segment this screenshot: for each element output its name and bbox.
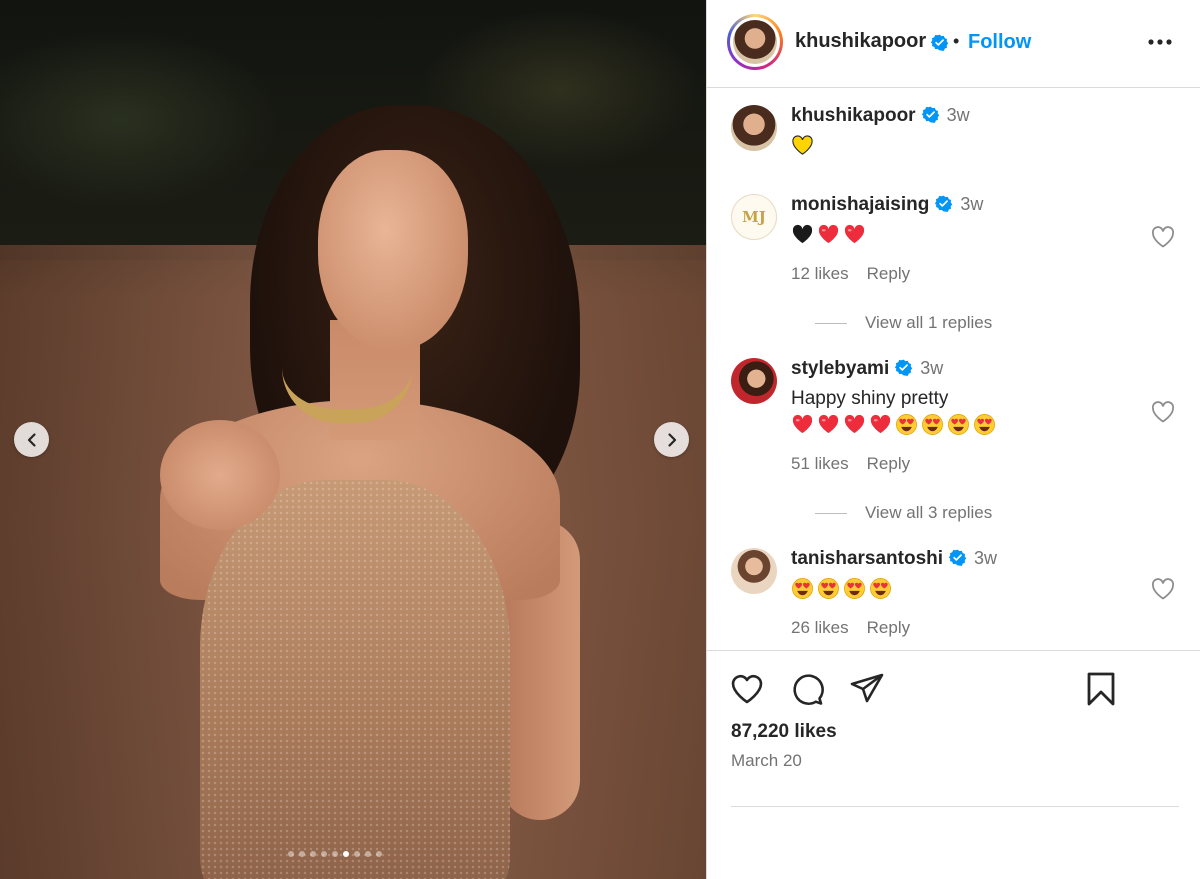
heart-eyes-emoji-icon (844, 578, 865, 600)
red-heart-emoji-icon (844, 225, 865, 244)
commenter-avatar[interactable] (731, 358, 777, 404)
heart-eyes-emoji-icon (818, 578, 839, 600)
comment-likes[interactable]: 26 likes (791, 618, 849, 637)
commenter-avatar[interactable]: MJ (731, 194, 777, 240)
view-replies-line (815, 513, 847, 515)
red-heart-emoji-icon (870, 415, 891, 434)
verified-badge-icon (921, 106, 939, 123)
heart-eyes-emoji-icon (896, 414, 917, 436)
comment-meta: 12 likes Reply (791, 264, 928, 284)
carousel-dot (354, 851, 360, 857)
author-story-ring[interactable] (727, 14, 783, 70)
reply-button[interactable]: Reply (867, 618, 910, 637)
carousel-dot (365, 851, 371, 857)
heart-eyes-emoji-icon (922, 414, 943, 436)
carousel-indicator (288, 851, 382, 857)
like-comment-heart-icon[interactable] (1151, 401, 1175, 423)
comment-time: 3w (974, 548, 998, 568)
like-comment-heart-icon[interactable] (1151, 578, 1175, 600)
comment-text-words: Happy shiny pretty (791, 388, 949, 409)
previous-slide-button[interactable] (14, 422, 49, 457)
chevron-left-icon (27, 432, 36, 447)
author-avatar (733, 20, 777, 64)
carousel-dot-active (343, 851, 349, 857)
red-heart-emoji-icon (792, 415, 813, 434)
comment-likes[interactable]: 51 likes (791, 454, 849, 473)
carousel-dot (310, 851, 316, 857)
commenter-username[interactable]: stylebyami (791, 358, 889, 379)
header-separator: • (953, 31, 960, 51)
photo-face (318, 150, 468, 350)
heart-eyes-emoji-icon (792, 578, 813, 600)
comment-time: 3w (920, 358, 944, 378)
reply-button[interactable]: Reply (867, 264, 910, 283)
carousel-dot (321, 851, 327, 857)
post-actions: 87,220 likes March 20 (707, 650, 1200, 879)
caption-header: khushikapoor 3w (791, 105, 970, 127)
view-replies-line (815, 323, 847, 325)
comment-text: Happy shiny pretty (791, 386, 1151, 438)
post-header: khushikapoor • Follow (707, 0, 1200, 88)
commenter-username[interactable]: tanisharsantoshi (791, 548, 943, 569)
author-username[interactable]: khushikapoor (795, 30, 926, 53)
post-date[interactable]: March 20 (731, 751, 802, 771)
chevron-right-icon (667, 432, 676, 447)
photo-dress (200, 480, 510, 879)
red-heart-emoji-icon (818, 415, 839, 434)
verified-badge-icon (949, 549, 967, 566)
share-icon[interactable] (849, 671, 885, 707)
commenter-username[interactable]: monishajaising (791, 194, 929, 215)
verified-badge-icon (895, 359, 913, 376)
reply-button[interactable]: Reply (867, 454, 910, 473)
yellow-heart-emoji-icon (792, 135, 813, 156)
view-replies-label: View all 3 replies (865, 503, 993, 522)
comment-text (791, 576, 1151, 602)
heart-icon[interactable] (729, 671, 765, 707)
heart-eyes-emoji-icon (870, 578, 891, 600)
follow-button[interactable]: Follow (968, 31, 1031, 54)
carousel-dot (332, 851, 338, 857)
comment-header: monishajaising 3w (791, 194, 983, 216)
divider (731, 806, 1179, 807)
comment-time: 3w (960, 194, 984, 214)
comments-list[interactable]: khushikapoor 3w MJ monishajaising 3w 12 li… (707, 89, 1200, 649)
view-replies-button[interactable]: View all 1 replies (815, 313, 992, 333)
verified-badge-icon (935, 195, 953, 212)
photo-hand (160, 420, 280, 530)
carousel-dot (376, 851, 382, 857)
comment-meta: 26 likes Reply (791, 618, 928, 638)
comment: stylebyami 3w Happy shiny pretty 51 likes… (731, 358, 1177, 558)
caption-time: 3w (946, 105, 970, 125)
black-heart-emoji-icon (792, 225, 813, 244)
verified-badge-icon (931, 34, 948, 51)
comment-icon[interactable] (789, 671, 825, 707)
bookmark-icon[interactable] (1083, 671, 1119, 707)
view-replies-button[interactable]: View all 3 replies (815, 503, 992, 523)
carousel-dot (299, 851, 305, 857)
heart-eyes-emoji-icon (974, 414, 995, 436)
comment-text (791, 222, 1151, 248)
like-comment-heart-icon[interactable] (1151, 226, 1175, 248)
post-photo (0, 0, 706, 879)
caption-username[interactable]: khushikapoor (791, 105, 916, 126)
comment-meta: 51 likes Reply (791, 454, 928, 474)
comment-likes[interactable]: 12 likes (791, 264, 849, 283)
heart-eyes-emoji-icon (948, 414, 969, 436)
red-heart-emoji-icon (818, 225, 839, 244)
carousel-dot (288, 851, 294, 857)
red-heart-emoji-icon (844, 415, 865, 434)
post-details-panel: khushikapoor • Follow khushikapoor 3w MJ … (706, 0, 1200, 879)
post-likes-count[interactable]: 87,220 likes (731, 721, 837, 743)
caption-text (791, 133, 1151, 159)
next-slide-button[interactable] (654, 422, 689, 457)
comment-header: tanisharsantoshi 3w (791, 548, 997, 570)
comment-header: stylebyami 3w (791, 358, 943, 380)
comment: tanisharsantoshi 3w 26 likes Reply (731, 548, 1177, 648)
commenter-avatar[interactable] (731, 548, 777, 594)
caption: khushikapoor 3w (731, 105, 1177, 165)
view-replies-label: View all 1 replies (865, 313, 993, 332)
more-options-icon[interactable] (1147, 32, 1173, 52)
caption-author-avatar[interactable] (731, 105, 777, 151)
